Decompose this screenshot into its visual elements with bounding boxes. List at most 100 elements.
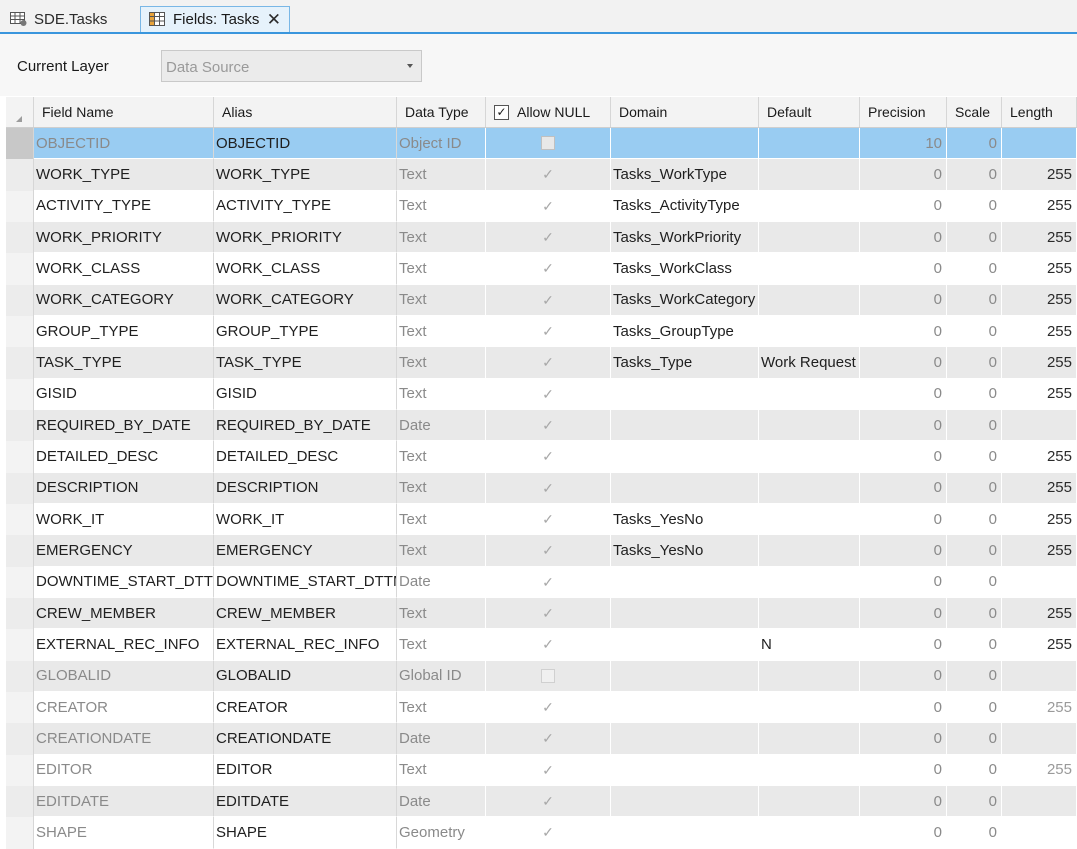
allow-null-check-icon[interactable]: ✓	[542, 387, 554, 401]
cell-precision[interactable]: 10	[860, 128, 947, 160]
cell-length[interactable]	[1002, 409, 1077, 442]
cell-domain[interactable]	[611, 629, 759, 661]
cell-default[interactable]	[759, 190, 860, 222]
cell-domain[interactable]: Tasks_WorkType	[611, 159, 759, 191]
cell-alias[interactable]: GROUP_TYPE	[214, 315, 397, 348]
cell-default[interactable]	[759, 128, 860, 160]
cell-length[interactable]: 255	[1002, 221, 1077, 254]
cell-data-type[interactable]: Text	[397, 754, 486, 786]
allow-null-check-icon[interactable]: ✓	[542, 637, 554, 651]
cell-default[interactable]	[759, 253, 860, 285]
cell-length[interactable]: 255	[1002, 315, 1077, 348]
cell-data-type[interactable]: Geometry	[397, 817, 486, 849]
cell-scale[interactable]: 0	[947, 253, 1002, 285]
cell-default[interactable]	[759, 284, 860, 316]
cell-length[interactable]: 255	[1002, 347, 1077, 379]
cell-precision[interactable]: 0	[860, 284, 947, 316]
cell-data-type[interactable]: Text	[397, 441, 486, 473]
cell-length[interactable]	[1002, 566, 1077, 598]
cell-domain[interactable]	[611, 785, 759, 818]
cell-alias[interactable]: WORK_CLASS	[214, 253, 397, 285]
row-selector[interactable]	[6, 347, 34, 379]
row-selector[interactable]	[6, 629, 34, 661]
cell-field-name[interactable]: EMERGENCY	[34, 535, 214, 567]
table-row[interactable]: DOWNTIME_START_DTTM DOWNTIME_START_DTTM Da…	[6, 566, 1077, 598]
cell-data-type[interactable]: Text	[397, 597, 486, 630]
cell-scale[interactable]: 0	[947, 472, 1002, 504]
table-row[interactable]: GROUP_TYPE GROUP_TYPE Text ✓ Tasks_GroupType…	[6, 315, 1077, 348]
cell-allow-null[interactable]: ✓	[486, 378, 611, 410]
cell-field-name[interactable]: GLOBALID	[34, 660, 214, 692]
cell-precision[interactable]: 0	[860, 159, 947, 191]
header-data-type[interactable]: Data Type	[397, 97, 486, 127]
cell-data-type[interactable]: Object ID	[397, 128, 486, 160]
cell-precision[interactable]: 0	[860, 253, 947, 285]
cell-allow-null[interactable]: ✓	[486, 566, 611, 598]
header-alias[interactable]: Alias	[214, 97, 397, 127]
cell-domain[interactable]: Tasks_WorkClass	[611, 253, 759, 285]
cell-default[interactable]	[759, 315, 860, 348]
cell-length[interactable]	[1002, 817, 1077, 849]
cell-length[interactable]: 255	[1002, 691, 1077, 724]
cell-domain[interactable]	[611, 754, 759, 786]
row-selector[interactable]	[6, 472, 34, 504]
cell-scale[interactable]: 0	[947, 441, 1002, 473]
cell-length[interactable]: 255	[1002, 441, 1077, 473]
cell-precision[interactable]: 0	[860, 629, 947, 661]
cell-alias[interactable]: TASK_TYPE	[214, 347, 397, 379]
cell-length[interactable]: 255	[1002, 190, 1077, 222]
cell-alias[interactable]: EXTERNAL_REC_INFO	[214, 629, 397, 661]
cell-field-name[interactable]: GISID	[34, 378, 214, 410]
allow-null-check-icon[interactable]: ✓	[542, 418, 554, 432]
cell-default[interactable]	[759, 535, 860, 567]
cell-alias[interactable]: DOWNTIME_START_DTTM	[214, 566, 397, 598]
cell-default[interactable]	[759, 660, 860, 692]
cell-scale[interactable]: 0	[947, 723, 1002, 755]
cell-allow-null[interactable]: ✓	[486, 535, 611, 567]
cell-alias[interactable]: WORK_PRIORITY	[214, 221, 397, 254]
cell-data-type[interactable]: Text	[397, 315, 486, 348]
allow-null-check-icon[interactable]: ✓	[542, 575, 554, 589]
cell-scale[interactable]: 0	[947, 754, 1002, 786]
table-row[interactable]: EXTERNAL_REC_INFO EXTERNAL_REC_INFO Text ✓ N…	[6, 629, 1077, 661]
cell-data-type[interactable]: Text	[397, 253, 486, 285]
cell-scale[interactable]: 0	[947, 566, 1002, 598]
cell-default[interactable]	[759, 503, 860, 536]
cell-default[interactable]	[759, 691, 860, 724]
cell-allow-null[interactable]: ✓	[486, 409, 611, 442]
cell-length[interactable]	[1002, 785, 1077, 818]
allow-null-check-icon[interactable]: ✓	[542, 763, 554, 777]
cell-precision[interactable]: 0	[860, 785, 947, 818]
allow-null-check-icon[interactable]: ✓	[542, 731, 554, 745]
cell-default[interactable]	[759, 723, 860, 755]
cell-length[interactable]: 255	[1002, 503, 1077, 536]
cell-alias[interactable]: EDITDATE	[214, 785, 397, 818]
cell-domain[interactable]	[611, 817, 759, 849]
allow-null-check-icon[interactable]: ✓	[542, 512, 554, 526]
cell-default[interactable]	[759, 785, 860, 818]
allow-null-check-icon[interactable]: ✓	[542, 606, 554, 620]
cell-field-name[interactable]: ACTIVITY_TYPE	[34, 190, 214, 222]
cell-scale[interactable]: 0	[947, 597, 1002, 630]
cell-domain[interactable]: Tasks_Type	[611, 347, 759, 379]
cell-precision[interactable]: 0	[860, 817, 947, 849]
cell-scale[interactable]: 0	[947, 691, 1002, 724]
cell-length[interactable]: 255	[1002, 378, 1077, 410]
cell-field-name[interactable]: WORK_PRIORITY	[34, 221, 214, 254]
cell-domain[interactable]	[611, 660, 759, 692]
cell-allow-null[interactable]: ✓	[486, 347, 611, 379]
table-row[interactable]: EMERGENCY EMERGENCY Text ✓ Tasks_YesNo 0 0 255	[6, 535, 1077, 567]
row-selector[interactable]	[6, 754, 34, 786]
row-selector[interactable]	[6, 723, 34, 755]
cell-scale[interactable]: 0	[947, 409, 1002, 442]
cell-field-name[interactable]: CREATIONDATE	[34, 723, 214, 755]
cell-field-name[interactable]: CREW_MEMBER	[34, 597, 214, 630]
allow-null-check-icon[interactable]: ✓	[542, 230, 554, 244]
cell-precision[interactable]: 0	[860, 754, 947, 786]
cell-length[interactable]: 255	[1002, 472, 1077, 504]
cell-length[interactable]: 255	[1002, 159, 1077, 191]
cell-alias[interactable]: WORK_TYPE	[214, 159, 397, 191]
table-row[interactable]: WORK_TYPE WORK_TYPE Text ✓ Tasks_WorkType 0 0 2…	[6, 159, 1077, 191]
cell-data-type[interactable]: Text	[397, 378, 486, 410]
cell-default[interactable]	[759, 378, 860, 410]
